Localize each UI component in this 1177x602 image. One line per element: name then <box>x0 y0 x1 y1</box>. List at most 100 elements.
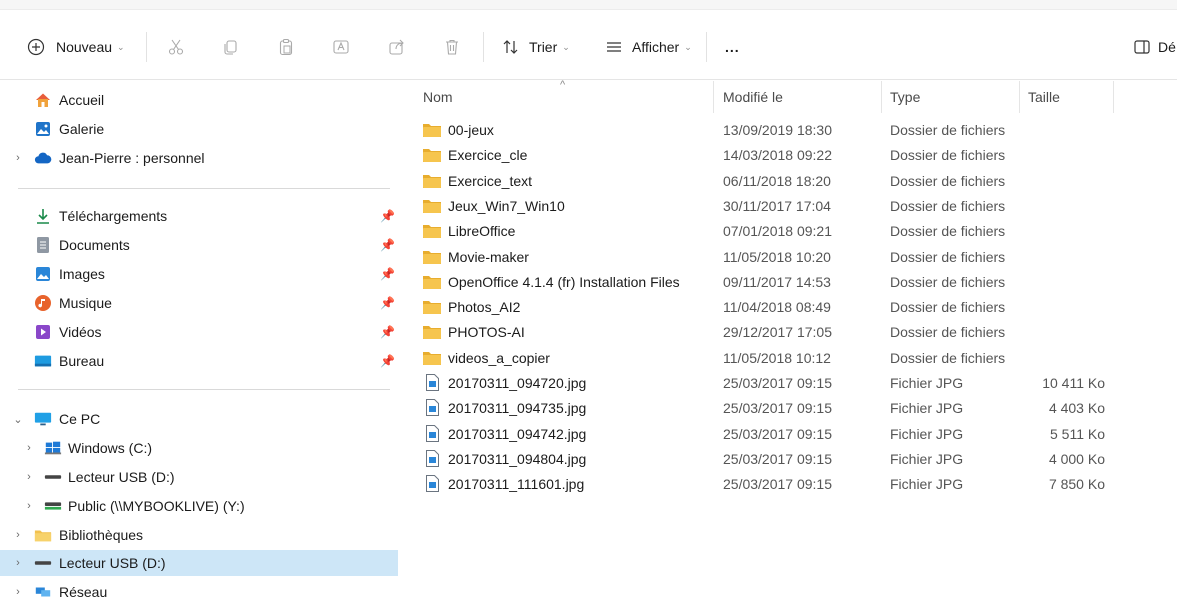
delete-button[interactable] <box>442 36 462 58</box>
file-row[interactable]: 20170311_094804.jpg 25/03/2017 09:15 Fichi… <box>405 447 1177 472</box>
column-header-type[interactable]: Type <box>890 81 920 113</box>
chevron-right-icon[interactable]: › <box>12 152 24 164</box>
nav-item-public-y[interactable]: › Public (\\MYBOOKLIVE) (Y:) <box>0 493 398 519</box>
rename-button[interactable] <box>331 36 351 58</box>
file-modified: 11/05/2018 10:12 <box>723 349 831 366</box>
file-row[interactable]: 00-jeux 13/09/2019 18:30 Dossier de fichie… <box>405 118 1177 143</box>
jpg-file-icon <box>426 424 439 442</box>
file-row[interactable]: 20170311_111601.jpg 25/03/2017 09:15 Fichi… <box>405 472 1177 497</box>
file-type: Fichier JPG <box>890 400 964 417</box>
nav-item-usb-d-selected[interactable]: › Lecteur USB (D:) <box>0 550 398 576</box>
cloud-icon <box>34 149 52 167</box>
chevron-right-icon[interactable]: › <box>12 586 24 598</box>
nav-item-label: Vidéos <box>59 324 102 340</box>
file-row[interactable]: OpenOffice 4.1.4 (fr) Installation Files… <box>405 270 1177 295</box>
pin-icon[interactable]: 📌 <box>380 238 395 252</box>
details-pane-button[interactable]: Dé <box>1132 36 1176 58</box>
gallery-icon <box>34 120 52 138</box>
details-pane-icon <box>1132 37 1152 57</box>
pin-icon[interactable]: 📌 <box>380 267 395 281</box>
toolbar-divider <box>483 32 484 62</box>
pin-icon[interactable]: 📌 <box>380 325 395 339</box>
cut-button[interactable] <box>166 36 186 58</box>
column-header-name[interactable]: Nom <box>423 81 453 113</box>
file-row[interactable]: PHOTOS-AI 29/12/2017 17:05 Dossier de fich… <box>405 320 1177 345</box>
file-modified: 11/04/2018 08:49 <box>723 299 831 316</box>
nav-item-label: Accueil <box>59 92 105 108</box>
nav-item-gallery[interactable]: Galerie <box>0 116 398 142</box>
sort-label: Trier <box>529 39 558 55</box>
share-button[interactable] <box>387 36 407 58</box>
chevron-right-icon[interactable]: › <box>23 442 35 454</box>
chevron-right-icon[interactable]: › <box>23 500 35 512</box>
file-row[interactable]: 20170311_094735.jpg 25/03/2017 09:15 Fichi… <box>405 396 1177 421</box>
nav-item-this-pc[interactable]: ⌄ Ce PC <box>0 406 398 432</box>
usb-drive-icon <box>44 468 62 486</box>
file-row[interactable]: videos_a_copier 11/05/2018 10:12 Dossier d… <box>405 346 1177 371</box>
file-row[interactable]: Movie-maker 11/05/2018 10:20 Dossier de fi… <box>405 245 1177 270</box>
window-top-strip <box>0 0 1177 10</box>
file-modified: 25/03/2017 09:15 <box>723 425 832 442</box>
sort-ascending-icon: ^ <box>560 79 566 91</box>
nav-item-home[interactable]: Accueil <box>0 87 398 113</box>
column-divider[interactable] <box>881 81 882 113</box>
folder-icon <box>423 122 441 137</box>
file-row[interactable]: LibreOffice 07/01/2018 09:21 Dossier de fi… <box>405 219 1177 244</box>
file-modified: 25/03/2017 09:15 <box>723 476 832 493</box>
music-icon <box>34 294 52 312</box>
nav-item-label: Jean-Pierre : personnel <box>59 150 205 166</box>
file-row[interactable]: Exercice_cle 14/03/2018 09:22 Dossier de f… <box>405 143 1177 168</box>
file-row[interactable]: Exercice_text 06/11/2018 18:20 Dossier de … <box>405 169 1177 194</box>
home-icon <box>34 91 52 109</box>
nav-item-images[interactable]: Images 📌 <box>0 261 398 287</box>
folder-icon <box>423 173 441 188</box>
chevron-down-icon: ⌄ <box>117 41 125 52</box>
nav-item-libraries[interactable]: › Bibliothèques <box>0 522 398 548</box>
chevron-right-icon[interactable]: › <box>23 471 35 483</box>
copy-button[interactable] <box>220 36 240 58</box>
file-name: Photos_AI2 <box>448 299 521 316</box>
nav-item-onedrive[interactable]: › Jean-Pierre : personnel <box>0 145 398 171</box>
chevron-down-icon[interactable]: ⌄ <box>12 413 24 426</box>
file-modified: 29/12/2017 17:05 <box>723 324 832 341</box>
column-divider[interactable] <box>1113 81 1114 113</box>
chevron-right-icon[interactable]: › <box>12 557 24 569</box>
pin-icon[interactable]: 📌 <box>380 296 395 310</box>
nav-item-windows-c[interactable]: › Windows (C:) <box>0 435 398 461</box>
file-row[interactable]: Jeux_Win7_Win10 30/11/2017 17:04 Dossier d… <box>405 194 1177 219</box>
folder-icon <box>423 350 441 365</box>
chevron-right-icon[interactable]: › <box>12 529 24 541</box>
nav-item-label: Musique <box>59 295 112 311</box>
folder-icon <box>423 299 441 315</box>
file-type: Dossier de fichiers <box>890 197 1006 214</box>
view-button[interactable]: Afficher ⌄ <box>604 36 692 58</box>
column-header-modified[interactable]: Modifié le <box>723 81 783 113</box>
file-name: Exercice_cle <box>448 147 528 164</box>
clipboard-icon <box>276 37 296 57</box>
sort-button[interactable]: Trier ⌄ <box>501 36 570 58</box>
command-bar: Nouveau ⌄ Trier ⌄ Afficher ⌄ ... Dé <box>0 10 1177 80</box>
navigation-pane: Accueil Galerie › Jean-Pierre : personne… <box>0 81 405 602</box>
more-options-button[interactable]: ... <box>725 36 740 58</box>
toolbar-divider <box>706 32 707 62</box>
nav-item-videos[interactable]: Vidéos 📌 <box>0 319 398 345</box>
nav-item-desktop[interactable]: Bureau 📌 <box>0 348 398 374</box>
file-row[interactable]: 20170311_094720.jpg 25/03/2017 09:15 Fichi… <box>405 371 1177 396</box>
pin-icon[interactable]: 📌 <box>380 209 395 223</box>
file-row[interactable]: Photos_AI2 11/04/2018 08:49 Dossier de fic… <box>405 295 1177 320</box>
nav-item-usb-d[interactable]: › Lecteur USB (D:) <box>0 464 398 490</box>
file-size: 4 403 Ko <box>1048 400 1105 417</box>
new-button[interactable]: Nouveau ⌄ <box>26 36 125 58</box>
pin-icon[interactable]: 📌 <box>380 354 395 368</box>
column-header-size[interactable]: Taille <box>1028 81 1060 113</box>
nav-item-music[interactable]: Musique 📌 <box>0 290 398 316</box>
nav-item-label: Réseau <box>59 584 108 600</box>
file-row[interactable]: 20170311_094742.jpg 25/03/2017 09:15 Fichi… <box>405 422 1177 447</box>
column-divider[interactable] <box>1019 81 1020 113</box>
download-icon <box>34 207 52 225</box>
paste-button[interactable] <box>276 36 296 58</box>
nav-item-documents[interactable]: Documents 📌 <box>0 232 398 258</box>
nav-item-network[interactable]: › Réseau <box>0 579 398 602</box>
nav-item-downloads[interactable]: Téléchargements 📌 <box>0 203 398 229</box>
column-divider[interactable] <box>713 81 714 113</box>
